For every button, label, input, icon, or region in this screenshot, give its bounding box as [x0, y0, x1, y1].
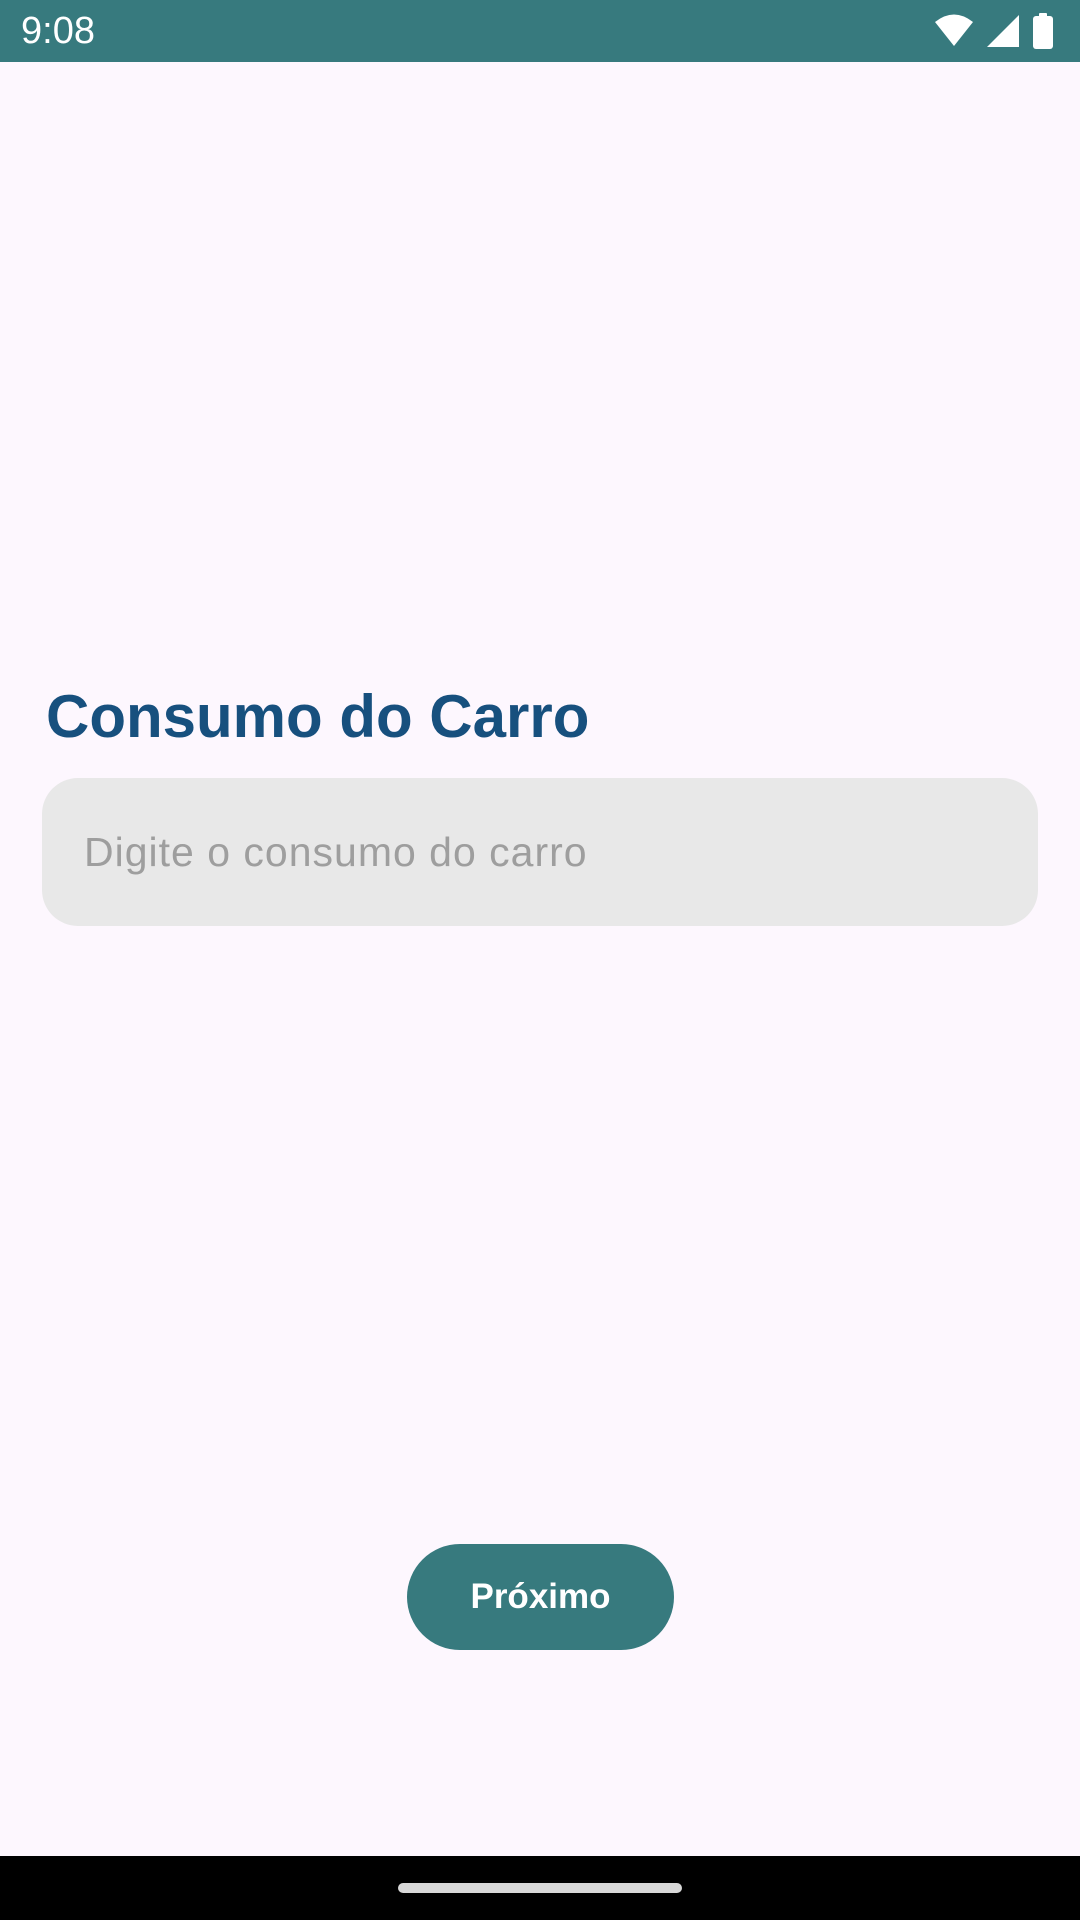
consumption-input-container[interactable]: [42, 778, 1038, 926]
page-title: Consumo do Carro: [46, 683, 590, 750]
next-button[interactable]: Próximo: [407, 1544, 674, 1650]
home-gesture-handle[interactable]: [398, 1883, 682, 1893]
main-content: Consumo do Carro Próximo: [0, 62, 1080, 1856]
wifi-icon: [934, 13, 974, 49]
status-bar: 9:08: [0, 0, 1080, 62]
status-icons: [934, 13, 1054, 49]
navigation-bar: [0, 1856, 1080, 1920]
cell-signal-icon: [986, 13, 1020, 49]
status-time: 9:08: [21, 10, 95, 52]
battery-icon: [1032, 13, 1054, 49]
consumption-input[interactable]: [84, 778, 984, 926]
